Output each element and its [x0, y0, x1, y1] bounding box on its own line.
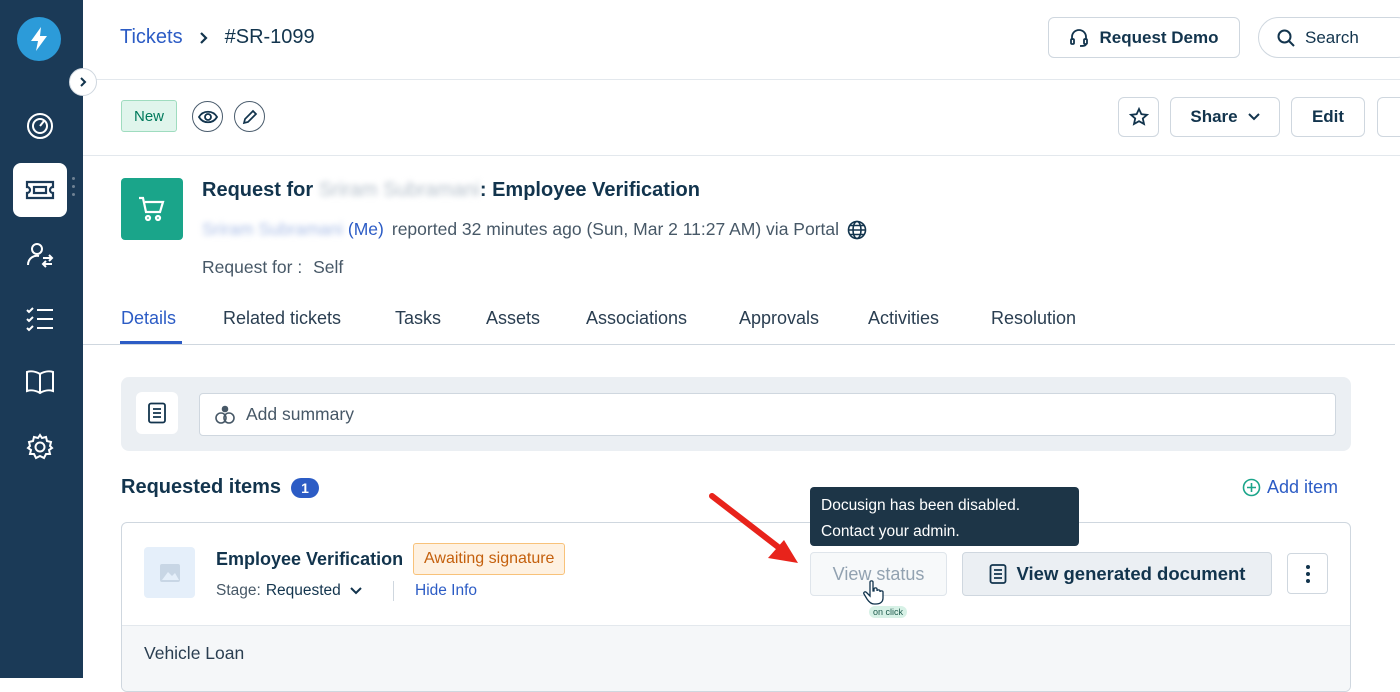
add-summary-placeholder: Add summary	[246, 404, 354, 424]
sidebar	[0, 0, 83, 678]
tab-resolution[interactable]: Resolution	[991, 308, 1076, 329]
edit-label: Edit	[1311, 107, 1345, 126]
search-placeholder: Search	[1305, 27, 1359, 47]
document-icon	[989, 564, 1006, 584]
item-details-section: Vehicle Loan	[122, 625, 1350, 691]
request-demo-label: Request Demo	[1099, 27, 1219, 47]
view-document-label: View generated document	[1016, 563, 1246, 584]
breadcrumb-current: #SR-1099	[224, 26, 315, 48]
chevron-right-icon	[80, 77, 87, 87]
reported-text: reported 32 minutes ago (Sun, Mar 2 11:2…	[391, 219, 840, 239]
settings-gear-icon[interactable]	[13, 420, 67, 474]
service-request-cart-icon	[121, 178, 183, 240]
add-item-button[interactable]: Add item	[1242, 477, 1338, 498]
item-detail-text: Vehicle Loan	[144, 643, 245, 663]
view-generated-document-button[interactable]: View generated document	[962, 552, 1272, 596]
reporter-me: (Me)	[347, 219, 384, 239]
task-list-icon[interactable]	[13, 292, 67, 346]
requested-items-heading: Requested items 1	[121, 476, 319, 499]
edit-pencil-button[interactable]	[234, 101, 265, 132]
user-switch-icon[interactable]	[13, 228, 67, 282]
dashboard-icon[interactable]	[13, 99, 67, 153]
request-for-value: Self	[313, 257, 344, 277]
request-for-row: Request for : Self	[202, 257, 343, 278]
chevron-down-icon	[1247, 113, 1260, 121]
ticket-action-bar: New Share Edit	[83, 80, 1400, 156]
tab-tasks[interactable]: Tasks	[395, 308, 441, 329]
share-label: Share	[1190, 107, 1238, 126]
ticket-tabs: Details Related tickets Tasks Assets Ass…	[83, 294, 1395, 345]
more-options-button[interactable]	[1287, 553, 1328, 594]
image-placeholder-icon	[144, 547, 195, 598]
tab-details[interactable]: Details	[121, 308, 176, 329]
stage-label: Stage:	[216, 582, 261, 599]
hand-cursor-icon	[863, 580, 884, 605]
tab-related-tickets[interactable]: Related tickets	[223, 308, 341, 329]
status-badge: New	[121, 100, 177, 132]
redacted-requester-name: Sriram Subramani	[318, 179, 480, 201]
request-demo-button[interactable]: Request Demo	[1048, 17, 1240, 58]
document-icon[interactable]	[136, 392, 178, 434]
tooltip-line-2: Contact your admin.	[821, 523, 960, 540]
annotation-arrow-icon	[709, 493, 798, 563]
divider	[393, 581, 394, 601]
globe-icon	[847, 220, 867, 239]
ai-summary-icon	[215, 405, 235, 424]
more-actions-button[interactable]	[1377, 97, 1400, 137]
plus-circle-icon	[1242, 478, 1261, 497]
add-summary-input[interactable]: Add summary	[199, 393, 1336, 436]
knowledge-book-icon[interactable]	[13, 355, 67, 409]
favorite-button[interactable]	[1118, 97, 1159, 137]
tab-activities[interactable]: Activities	[868, 308, 939, 329]
edit-button[interactable]: Edit	[1291, 97, 1365, 137]
chevron-right-icon	[199, 31, 209, 45]
add-item-label: Add item	[1267, 477, 1339, 497]
star-icon	[1128, 107, 1149, 126]
ticket-meta: Sriram Subramani (Me) reported 32 minute…	[202, 219, 867, 240]
eye-icon	[197, 110, 218, 123]
tab-associations[interactable]: Associations	[586, 308, 687, 329]
pencil-icon	[242, 109, 257, 124]
requested-items-title: Requested items	[121, 476, 282, 498]
tooltip-line-1: Docusign has been disabled.	[821, 497, 1021, 514]
ticket-title: Request for Sriram Subramani: Employee V…	[202, 179, 700, 202]
headset-icon	[1070, 28, 1089, 47]
tickets-icon[interactable]	[13, 163, 67, 217]
search-icon	[1277, 29, 1295, 47]
reporter[interactable]: Sriram Subramani (Me)	[202, 219, 384, 240]
share-button[interactable]: Share	[1170, 97, 1280, 137]
sidebar-expand-button[interactable]	[69, 68, 97, 96]
top-header: Tickets #SR-1099 Request Demo Search	[83, 0, 1400, 80]
status-badge: Awaiting signature	[413, 543, 566, 575]
breadcrumb: Tickets #SR-1099	[120, 26, 315, 49]
tab-assets[interactable]: Assets	[486, 308, 540, 329]
hide-info-link[interactable]: Hide Info	[415, 582, 477, 600]
requested-items-count: 1	[291, 477, 319, 498]
docusign-disabled-tooltip: Docusign has been disabled. Contact your…	[810, 487, 1079, 546]
click-hint-label: on click	[869, 606, 908, 618]
title-suffix: : Employee Verification	[479, 179, 700, 201]
search-input[interactable]: Search	[1258, 17, 1400, 58]
chevron-down-icon	[350, 587, 362, 595]
active-tab-indicator	[120, 341, 182, 344]
stage-value: Requested	[265, 582, 341, 599]
watch-button[interactable]	[192, 101, 223, 132]
redacted-reporter-name: Sriram Subramani	[202, 219, 344, 239]
breadcrumb-tickets-link[interactable]: Tickets	[120, 26, 183, 49]
drag-handle-icon[interactable]	[72, 177, 76, 201]
title-prefix: Request for	[202, 179, 314, 201]
kebab-menu-icon	[1305, 564, 1310, 583]
tab-approvals[interactable]: Approvals	[739, 308, 819, 329]
item-name: Employee Verification	[216, 549, 404, 569]
request-for-label: Request for :	[202, 257, 303, 277]
summary-panel: Add summary	[121, 377, 1351, 451]
app-logo-icon[interactable]	[17, 17, 61, 61]
stage-dropdown[interactable]: Stage: Requested	[216, 582, 362, 600]
